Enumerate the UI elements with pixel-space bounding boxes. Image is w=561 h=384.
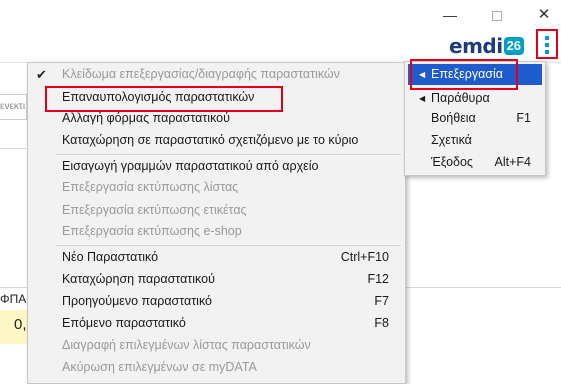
- background-field[interactable]: ενεκτι: [0, 94, 27, 120]
- menu-item-exit[interactable]: Έξοδος Alt+F4: [405, 152, 545, 173]
- menu-item-label: Επεξεργασία εκτύπωσης e-shop: [62, 224, 242, 238]
- logo-badge: 26: [503, 37, 525, 55]
- check-icon: ✔: [36, 67, 47, 82]
- menu-item-label: Νέο Παραστατικό: [62, 250, 159, 264]
- menu-item-label: Διαγραφή επιλεγμένων λίστας παραστατικών: [62, 338, 311, 352]
- menu-item-import-lines[interactable]: Εισαγωγή γραμμών παραστατικού από αρχείο: [28, 156, 405, 177]
- menu-item-shortcut: F7: [374, 294, 389, 308]
- menu-item-label: Εισαγωγή γραμμών παραστατικού από αρχείο: [62, 159, 319, 173]
- menu-item-shortcut: F12: [367, 272, 389, 286]
- menu-item-about[interactable]: Σχετικά: [405, 130, 545, 151]
- menu-item-shortcut: Ctrl+F10: [340, 250, 389, 264]
- close-button[interactable]: ✕: [532, 4, 556, 26]
- highlight-box-recalculate: [45, 86, 283, 112]
- maximize-button[interactable]: [485, 4, 509, 26]
- fpa-value-text: 0,: [14, 316, 27, 333]
- menu-item-shortcut: F8: [374, 316, 389, 330]
- menu-item-previous-document[interactable]: Προηγούμενο παραστατικό F7: [28, 291, 405, 312]
- menu-item-label: Βοήθεια: [431, 111, 476, 125]
- maximize-icon: [492, 11, 502, 21]
- menu-item-edit-label-print[interactable]: Επεξεργασία εκτύπωσης ετικέτας: [28, 200, 405, 221]
- window-titlebar: — ✕: [0, 0, 561, 32]
- menu-item-next-document[interactable]: Επόμενο παραστατικό F8: [28, 313, 405, 334]
- menu-separator: [56, 245, 401, 246]
- menu-item-edit-list-print[interactable]: Επεξεργασία εκτύπωσης λίστας: [28, 177, 405, 198]
- menu-item-shortcut: Alt+F4: [494, 155, 531, 169]
- menu-item-label: Καταχώρηση σε παραστατικό σχετιζόμενο με…: [62, 133, 359, 147]
- menu-item-label: Σχετικά: [431, 133, 472, 147]
- menu-item-delete-selected[interactable]: Διαγραφή επιλεγμένων λίστας παραστατικών: [28, 335, 405, 356]
- kebab-menu-icon: [545, 43, 549, 47]
- emdi-logo: emdi 26: [449, 34, 525, 58]
- triangle-left-icon: ◀: [419, 94, 426, 103]
- kebab-menu-icon: [545, 36, 549, 40]
- menu-item-windows[interactable]: ◀ Παράθυρα: [405, 88, 545, 109]
- fpa-column-header: ΦΠΑ: [0, 292, 27, 306]
- menu-item-lock-editing[interactable]: ✔ Κλείδωμα επεξεργασίας/διαγραφής παραστ…: [28, 64, 405, 85]
- menu-item-new-document[interactable]: Νέο Παραστατικό Ctrl+F10: [28, 247, 405, 268]
- menu-item-label: Παράθυρα: [431, 91, 490, 105]
- menu-item-help[interactable]: Βοήθεια F1: [405, 108, 545, 129]
- menu-item-label: Κλείδωμα επεξεργασίας/διαγραφής παραστατ…: [62, 67, 340, 81]
- kebab-menu-button[interactable]: [536, 29, 558, 59]
- menu-item-label: Προηγούμενο παραστατικό: [62, 294, 213, 308]
- background-divider: [0, 148, 26, 149]
- menu-item-edit-eshop-print[interactable]: Επεξεργασία εκτύπωσης e-shop: [28, 221, 405, 242]
- menu-item-label: Επόμενο παραστατικό: [62, 316, 186, 330]
- menu-separator: [56, 154, 401, 155]
- menu-item-label: Επεξεργασία εκτύπωσης ετικέτας: [62, 203, 247, 217]
- menu-item-label: Ακύρωση επιλεγμένων σε myDATA: [62, 360, 257, 374]
- menu-item-label: Καταχώρηση παραστατικού: [62, 272, 215, 286]
- menu-item-label: Έξοδος: [431, 155, 473, 169]
- kebab-menu-icon: [545, 50, 549, 54]
- highlight-box-edit: [410, 59, 518, 90]
- menu-item-label: Επεξεργασία εκτύπωσης λίστας: [62, 180, 239, 194]
- menu-item-related-document[interactable]: Καταχώρηση σε παραστατικό σχετιζόμενο με…: [28, 130, 405, 151]
- menu-item-save-document[interactable]: Καταχώρηση παραστατικού F12: [28, 269, 405, 290]
- minimize-button[interactable]: —: [438, 4, 462, 26]
- menu-item-shortcut: F1: [516, 111, 531, 125]
- menu-item-cancel-mydata[interactable]: Ακύρωση επιλεγμένων σε myDATA: [28, 357, 405, 378]
- logo-text: emdi: [449, 34, 503, 58]
